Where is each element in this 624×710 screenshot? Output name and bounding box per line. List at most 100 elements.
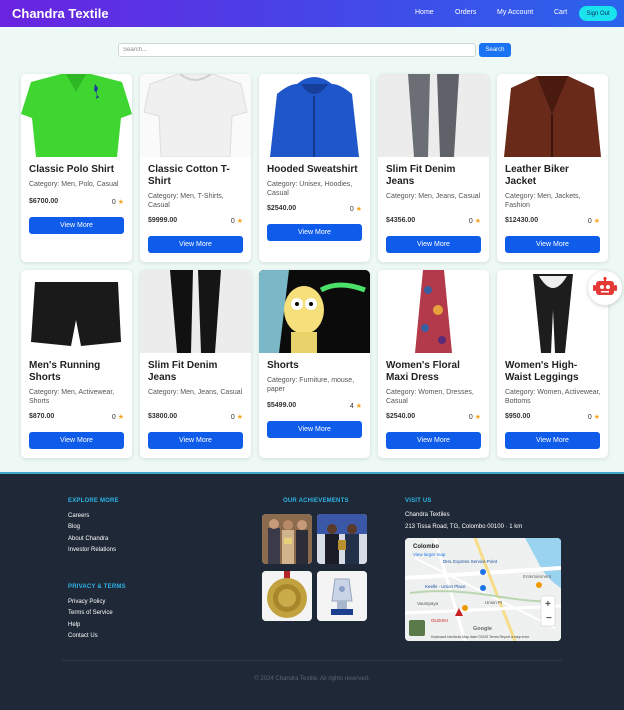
product-image-black-jeans[interactable]	[140, 270, 251, 353]
zoom-in-button[interactable]: +	[545, 599, 551, 610]
star-icon: ★	[355, 206, 362, 213]
product-image-grey-jeans[interactable]	[378, 74, 489, 157]
nav-cart[interactable]: Cart	[554, 9, 567, 16]
robot-icon	[593, 277, 617, 295]
product-title: Men's Running Shorts	[29, 360, 101, 383]
product-title: Hooded Sweatshirt	[267, 164, 358, 175]
product-card: Classic Cotton T-Shirt Category: Men, T-…	[140, 74, 251, 262]
location-map[interactable]: Colombo View larger map DHL Express Serv…	[405, 538, 561, 641]
copyright-text: © 2024 Chandra Textile. All rights reser…	[254, 676, 370, 682]
product-rating: 0 ★	[349, 206, 362, 213]
footer-link-careers[interactable]: Careers	[68, 513, 89, 519]
search-input[interactable]	[118, 43, 476, 57]
product-image-tshirt[interactable]	[140, 74, 251, 157]
product-price: $2540.00	[267, 205, 297, 212]
achievement-photo-award	[262, 514, 312, 564]
product-rating: 0 ★	[111, 199, 124, 206]
product-card: Slim Fit Denim Jeans Category: Men, Jean…	[140, 270, 251, 458]
view-more-button[interactable]: View More	[386, 432, 481, 449]
star-icon: ★	[474, 218, 481, 225]
chatbot-button[interactable]	[588, 271, 622, 305]
product-price: $5499.00	[267, 402, 297, 409]
product-image-hoodie[interactable]	[259, 74, 370, 157]
nav-my-account[interactable]: My Account	[497, 9, 533, 16]
product-card: Women's Floral Maxi Dress Category: Wome…	[378, 270, 489, 458]
footer-link-terms[interactable]: Terms of Service	[68, 610, 113, 616]
product-price: $950.00	[505, 413, 531, 420]
achievement-photo-ceremony	[317, 514, 367, 564]
product-category: Category: Unisex, Hoodies, Casual	[267, 181, 353, 197]
product-card: Slim Fit Denim Jeans Category: Men, Jean…	[378, 74, 489, 262]
map-label-keells: Keells - Union Place	[425, 584, 466, 589]
product-image-leather-jacket[interactable]	[497, 74, 608, 157]
view-more-button[interactable]: View More	[267, 224, 362, 241]
product-price: $4356.00	[386, 217, 416, 224]
product-image-running-shorts[interactable]	[21, 270, 132, 353]
star-icon: ★	[117, 414, 124, 421]
map-title: Colombo	[413, 544, 439, 550]
product-rating: 0 ★	[468, 218, 481, 225]
product-image-floral-dress[interactable]	[378, 270, 489, 353]
zoom-out-button[interactable]: −	[546, 613, 552, 624]
sign-out-button[interactable]: Sign Out	[579, 6, 617, 21]
view-larger-map-link[interactable]: View larger map	[413, 552, 445, 557]
map-attribution: Keyboard shortcuts Map data ©2025 Terms …	[431, 635, 530, 639]
nav-orders[interactable]: Orders	[455, 9, 476, 16]
brand-logo[interactable]: Chandra Textile	[12, 6, 109, 21]
product-title: Women's Floral Maxi Dress	[386, 360, 460, 383]
product-rating: 4 ★	[349, 403, 362, 410]
view-more-button[interactable]: View More	[505, 236, 600, 253]
star-icon: ★	[474, 414, 481, 421]
product-card: Leather Biker Jacket Category: Men, Jack…	[497, 74, 608, 262]
product-title: Slim Fit Denim Jeans	[386, 164, 456, 187]
product-card: Classic Polo Shirt Category: Men, Polo, …	[21, 74, 132, 262]
footer-link-investor-relations[interactable]: Investor Relations	[68, 547, 116, 553]
footer-link-privacy-policy[interactable]: Privacy Policy	[68, 599, 105, 605]
view-more-button[interactable]: View More	[29, 217, 124, 234]
achievement-medal	[262, 571, 312, 621]
view-more-button[interactable]: View More	[267, 421, 362, 438]
product-title: Classic Polo Shirt	[29, 164, 115, 175]
map-label-oldish: OLDISH	[431, 618, 448, 623]
achievement-trophy	[317, 571, 367, 621]
product-category: Category: Men, Polo, Casual	[29, 181, 119, 188]
map-label-union-pl: Union Pl	[485, 600, 503, 605]
map-label-dhl: DHL Express Service Point	[443, 559, 498, 564]
map-label-vaumpaya: Vaumpaya	[417, 601, 439, 606]
product-image-cartoon-poster[interactable]	[259, 270, 370, 353]
explore-more-heading: EXPLORE MORE	[68, 498, 119, 504]
view-more-button[interactable]: View More	[29, 432, 124, 449]
product-category: Category: Women, Dresses, Casual	[386, 389, 474, 405]
product-category: Category: Men, Jeans, Casual	[386, 193, 481, 200]
view-more-button[interactable]: View More	[148, 432, 243, 449]
product-title: Leather Biker Jacket	[505, 164, 569, 187]
product-rating: 0 ★	[230, 414, 243, 421]
product-category: Category: Men, Activewear, Shorts	[29, 389, 115, 405]
footer-link-blog[interactable]: Blog	[68, 524, 80, 530]
nav-home[interactable]: Home	[415, 9, 434, 16]
product-category: Category: Furniture, mouse, paper	[267, 377, 355, 393]
product-price: $870.00	[29, 413, 55, 420]
view-more-button[interactable]: View More	[148, 236, 243, 253]
product-title: Classic Cotton T-Shirt	[148, 164, 230, 187]
footer-link-about[interactable]: About Chandra	[68, 536, 108, 542]
product-card: Shorts Category: Furniture, mouse, paper…	[259, 270, 370, 458]
product-price: $6700.00	[29, 198, 59, 205]
view-more-button[interactable]: View More	[505, 432, 600, 449]
product-title: Slim Fit Denim Jeans	[148, 360, 218, 383]
product-image-polo[interactable]	[21, 74, 132, 157]
star-icon: ★	[355, 403, 362, 410]
company-name: Chandra Textiles	[405, 512, 450, 518]
search-button[interactable]: Search	[479, 43, 511, 57]
product-title: Women's High-Waist Leggings	[505, 360, 579, 383]
visit-us-heading: VISIT US	[405, 498, 432, 504]
product-rating: 0 ★	[587, 218, 600, 225]
product-card: Men's Running Shorts Category: Men, Acti…	[21, 270, 132, 458]
product-rating: 0 ★	[111, 414, 124, 421]
view-more-button[interactable]: View More	[386, 236, 481, 253]
footer-link-contact[interactable]: Contact Us	[68, 633, 98, 639]
footer-link-help[interactable]: Help	[68, 622, 80, 628]
product-price: $9999.00	[148, 217, 178, 224]
product-category: Category: Men, Jeans, Casual	[148, 389, 243, 396]
product-title: Shorts	[267, 360, 299, 371]
